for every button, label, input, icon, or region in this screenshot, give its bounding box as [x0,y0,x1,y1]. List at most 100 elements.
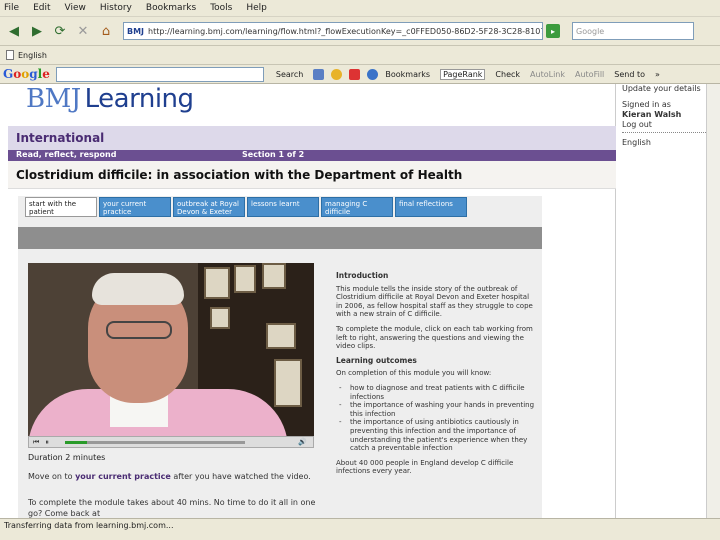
google-toolbar: Google Search Bookmarks PageRank Check A… [0,65,720,84]
page-icon [6,50,14,60]
module-description: Introduction This module tells the insid… [336,271,536,482]
info-bar: Read, reflect, respond Section 1 of 2 [8,150,616,161]
update-details-link[interactable]: Update your details [622,84,701,93]
outcome-item: the importance of using antibiotics caut… [336,418,536,452]
intro-heading: Introduction [336,271,389,280]
outcomes-heading: Learning outcomes [336,355,417,365]
module-band: Clostridium difficile: in association wi… [8,161,616,189]
autolink-button[interactable]: AutoLink [530,70,565,79]
video-player[interactable] [28,263,314,436]
bookmarks-toolbar: English [0,46,720,65]
outcomes-list: how to diagnose and treat patients with … [336,384,536,453]
photo-frame [266,323,296,349]
photo-frame [274,359,302,407]
photo-frame [210,307,230,329]
pagerank-indicator[interactable]: PageRank [440,68,486,80]
tab-content-header [18,227,542,249]
logo-learning: Learning [84,84,194,114]
move-on-text: Move on to your current practice after y… [28,471,318,482]
module-panel: start with the patient your current prac… [18,196,542,518]
logo-bmj: BMJ [26,84,81,114]
tab-current-practice[interactable]: your current practice [99,197,171,217]
send-to-button[interactable]: Send to [614,70,645,79]
video-progress-fill [65,441,87,444]
google-search-button[interactable]: Search [276,70,303,79]
completion-time-text: To complete the module takes about 40 mi… [28,498,316,518]
stop-icon[interactable]: ✕ [73,21,93,41]
signed-in-label: Signed in as [622,100,671,109]
volume-icon[interactable]: 🔊 [298,438,307,446]
menu-view[interactable]: View [65,3,86,13]
star-icon[interactable] [331,68,343,80]
search-placeholder: Google [576,26,605,36]
module-subtitle: Read, reflect, respond [16,150,117,159]
menu-help[interactable]: Help [246,3,267,13]
pause-icon[interactable]: ⏸ [45,438,49,447]
move-on-prefix: Move on to [28,472,76,481]
back-arrow-icon[interactable]: ◀ [4,21,24,41]
page-content: BMJ Learning International Read, reflect,… [0,84,720,518]
status-bar: Transferring data from learning.bmj.com.… [0,518,720,540]
user-name: Kieran Walsh [622,110,682,119]
person-glasses [106,321,172,339]
current-practice-link[interactable]: your current practice [75,472,171,481]
menu-bookmarks[interactable]: Bookmarks [146,3,196,13]
tab-outbreak[interactable]: outbreak at Royal Devon & Exeter [173,197,245,217]
reload-icon[interactable]: ⟳ [50,21,70,41]
tab-lessons-learnt[interactable]: lessons learnt [247,197,319,217]
site-favicon: BMJ [127,26,145,36]
menu-history[interactable]: History [100,3,132,13]
url-text: http://learning.bmj.com/learning/flow.ht… [148,26,543,36]
outcome-item: the importance of washing your hands in … [336,401,536,418]
google-bookmarks-button[interactable]: Bookmarks [385,70,430,79]
move-on-suffix: after you have watched the video. [170,472,311,481]
go-button[interactable]: ▸ [546,24,560,38]
rewind-icon[interactable]: ⏮ [33,438,39,447]
video-progress-bar[interactable] [65,441,245,444]
google-search-input[interactable] [55,66,264,82]
bookmark-english[interactable]: English [18,51,47,60]
video-controls: ⏮ ⏸ 🔊 [28,436,314,448]
section-title: International [16,131,105,145]
language-link[interactable]: English [622,138,651,147]
popup-blocker-icon[interactable] [313,68,325,80]
tab-start-with-patient[interactable]: start with the patient [25,197,97,217]
google-logo: Google [3,67,50,81]
intro-paragraph-1: This module tells the inside story of th… [336,284,533,319]
home-icon[interactable]: ⌂ [96,21,116,41]
forward-arrow-icon[interactable]: ▶ [27,21,47,41]
outcome-item: how to diagnose and treat patients with … [336,384,536,401]
spell-check-button[interactable]: Check [495,70,520,79]
menu-tools[interactable]: Tools [210,3,232,13]
tab-managing[interactable]: managing C difficile [321,197,393,217]
photo-frame [234,265,256,293]
module-tabs: start with the patient your current prac… [25,197,469,217]
about-text: About 40 000 people in England develop C… [336,458,514,476]
outcomes-intro: On completion of this module you will kn… [336,369,492,378]
section-band: International [8,126,616,150]
bmj-learning-logo[interactable]: BMJ Learning [26,84,194,114]
video-duration: Duration 2 minutes [28,453,106,462]
address-bar[interactable]: BMJ http://learning.bmj.com/learning/flo… [123,22,543,40]
module-title: Clostridium difficile: in association wi… [16,168,463,182]
menu-bar: File Edit View History Bookmarks Tools H… [0,0,720,17]
gmail-icon[interactable] [349,68,361,80]
person-hair [92,273,184,305]
account-sidebar: Update your details Signed in as Kieran … [616,84,718,518]
navigation-toolbar: ◀ ▶ ⟳ ✕ ⌂ BMJ http://learning.bmj.com/le… [0,17,720,46]
menu-file[interactable]: File [4,3,19,13]
photo-frame [204,267,230,299]
sidebar-divider [622,132,718,133]
autofill-button[interactable]: AutoFill [575,70,604,79]
intro-paragraph-2: To complete the module, click on each ta… [336,324,533,351]
menu-edit[interactable]: Edit [33,3,50,13]
more-chevron-icon[interactable]: » [655,70,660,79]
status-text: Transferring data from learning.bmj.com.… [4,521,174,530]
photo-frame [262,263,286,289]
bookmark-star-icon[interactable] [367,68,379,80]
tab-final-reflections[interactable]: final reflections [395,197,467,217]
logout-link[interactable]: Log out [622,120,652,129]
search-input[interactable]: Google [572,22,694,40]
section-indicator: Section 1 of 2 [242,150,305,159]
vertical-scrollbar[interactable] [706,84,720,518]
